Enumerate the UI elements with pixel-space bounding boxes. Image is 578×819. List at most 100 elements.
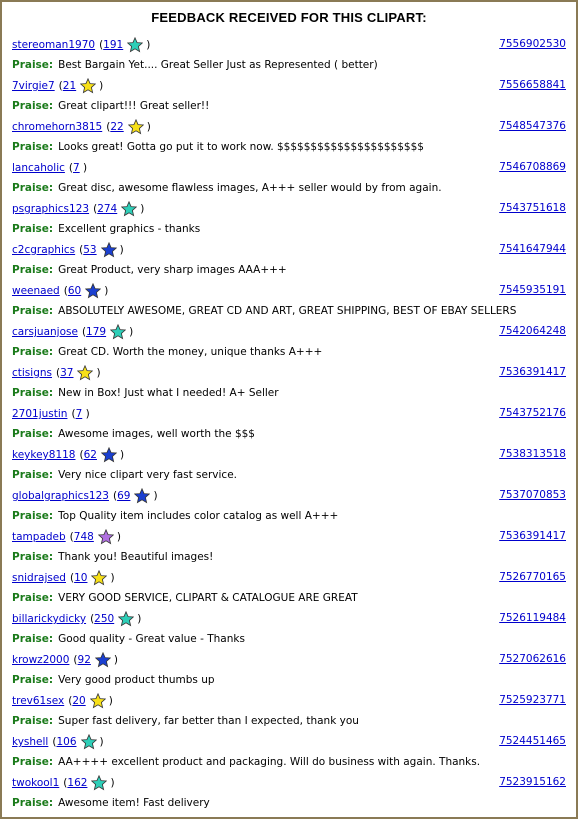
- feedback-comment: Looks great! Gotta go put it to work now…: [58, 141, 424, 153]
- item-id-link[interactable]: 7546708869: [499, 161, 566, 173]
- feedback-star-icon: [85, 283, 102, 299]
- username-link[interactable]: globalgraphics123: [12, 490, 109, 502]
- username-link[interactable]: carsjuanjose: [12, 326, 78, 338]
- feedback-score-link[interactable]: 274: [97, 203, 117, 215]
- username-link[interactable]: keykey8118: [12, 449, 75, 461]
- feedback-score-link[interactable]: 748: [74, 531, 94, 543]
- feedback-score-link[interactable]: 10: [74, 572, 87, 584]
- feedback-header: 7virgie7(21) 7556658841: [12, 76, 566, 96]
- feedback-comment: Best Bargain Yet.... Great Seller Just a…: [58, 59, 378, 71]
- feedback-header: globalgraphics123(69) 7537070853: [12, 486, 566, 506]
- feedback-header: twokool1(162) 7523915162: [12, 773, 566, 793]
- feedback-comment: New in Box! Just what I needed! A+ Selle…: [58, 387, 279, 399]
- feedback-entry: snidrajsed(10) 7526770165 Praise: VERY GOOD…: [2, 568, 576, 609]
- feedback-comment-row: Praise: Awesome item! Fast delivery: [12, 793, 566, 813]
- username-link[interactable]: weenaed: [12, 285, 60, 297]
- feedback-score-link[interactable]: 60: [68, 285, 81, 297]
- item-id-link[interactable]: 7526119484: [499, 612, 566, 624]
- feedback-comment: Thank you! Beautiful images!: [58, 551, 214, 563]
- feedback-score-link[interactable]: 20: [72, 695, 85, 707]
- feedback-comment: Super fast delivery, far better than I e…: [58, 715, 359, 727]
- item-id-link[interactable]: 7524451465: [499, 735, 566, 747]
- feedback-score-link[interactable]: 37: [60, 367, 73, 379]
- username-link[interactable]: c2cgraphics: [12, 244, 75, 256]
- username-link[interactable]: kyshell: [12, 736, 48, 748]
- item-id-link[interactable]: 7545935191: [499, 284, 566, 296]
- feedback-score-link[interactable]: 179: [86, 326, 106, 338]
- page-title: FEEDBACK RECEIVED FOR THIS CLIPART:: [151, 10, 427, 25]
- feedback-score-link[interactable]: 92: [78, 654, 91, 666]
- praise-label: Praise:: [12, 428, 54, 440]
- feedback-comment-row: Praise: Great clipart!!! Great seller!!: [12, 96, 566, 116]
- feedback-star-icon: [77, 365, 94, 381]
- item-id-link[interactable]: 7541647944: [499, 243, 566, 255]
- feedback-entry: keykey8118(62) 7538313518 Praise: Very nice…: [2, 445, 576, 486]
- username-link[interactable]: lancaholic: [12, 162, 65, 174]
- item-id-link[interactable]: 7543752176: [499, 407, 566, 419]
- feedback-score-link[interactable]: 62: [84, 449, 97, 461]
- feedback-header: billarickydicky(250) 7526119484: [12, 609, 566, 629]
- item-id-link[interactable]: 7525923771: [499, 694, 566, 706]
- feedback-comment: Great disc, awesome flawless images, A++…: [58, 182, 442, 194]
- score-close-paren: ): [110, 777, 115, 789]
- item-id-link[interactable]: 7527062616: [499, 653, 566, 665]
- item-id-link[interactable]: 7523915162: [499, 776, 566, 788]
- item-id-link[interactable]: 7536391417: [499, 366, 566, 378]
- item-id-link[interactable]: 7543751618: [499, 202, 566, 214]
- username-link[interactable]: twokool1: [12, 777, 59, 789]
- praise-label: Praise:: [12, 469, 54, 481]
- feedback-score-link[interactable]: 106: [56, 736, 76, 748]
- username-link[interactable]: krowz2000: [12, 654, 69, 666]
- praise-label: Praise:: [12, 387, 54, 399]
- score-close-paren: ): [119, 244, 124, 256]
- username-link[interactable]: ctisigns: [12, 367, 52, 379]
- username-link[interactable]: psgraphics123: [12, 203, 89, 215]
- feedback-entry: trev61sex(20) 7525923771 Praise: Super fast…: [2, 691, 576, 732]
- feedback-comment-row: Praise: Super fast delivery, far better t…: [12, 711, 566, 731]
- score-close-paren: ): [99, 80, 104, 92]
- feedback-score-link[interactable]: 191: [103, 39, 123, 51]
- feedback-star-icon: [91, 570, 108, 586]
- username-link[interactable]: tampadeb: [12, 531, 66, 543]
- item-id-link[interactable]: 7542064248: [499, 325, 566, 337]
- username-link[interactable]: chromehorn3815: [12, 121, 102, 133]
- feedback-score-link[interactable]: 7: [73, 162, 80, 174]
- score-close-paren: ): [113, 654, 119, 666]
- feedback-comment-row: Praise: Great CD. Worth the money, unique…: [12, 342, 566, 362]
- feedback-score-link[interactable]: 22: [110, 121, 123, 133]
- feedback-list: stereoman1970(191) 7556902530 Praise: Best …: [2, 35, 576, 814]
- feedback-star-icon: [110, 324, 127, 340]
- feedback-score-link[interactable]: 250: [94, 613, 114, 625]
- username-link[interactable]: trev61sex: [12, 695, 64, 707]
- username-link[interactable]: 2701justin: [12, 408, 67, 420]
- feedback-score-link[interactable]: 53: [83, 244, 96, 256]
- praise-label: Praise:: [12, 305, 54, 317]
- feedback-score-link[interactable]: 162: [67, 777, 87, 789]
- feedback-header: tampadeb(748) 7536391417: [12, 527, 566, 547]
- item-id-link[interactable]: 7526770165: [499, 571, 566, 583]
- feedback-entry: krowz2000(92) 7527062616 Praise: Very good …: [2, 650, 576, 691]
- username-link[interactable]: snidrajsed: [12, 572, 66, 584]
- feedback-comment-row: Praise: VERY GOOD SERVICE, CLIPART & CATA…: [12, 588, 566, 608]
- item-id-link[interactable]: 7538313518: [499, 448, 566, 460]
- username-link[interactable]: billarickydicky: [12, 613, 86, 625]
- item-id-link[interactable]: 7548547376: [499, 120, 566, 132]
- feedback-entry: psgraphics123(274) 7543751618 Praise: Excel…: [2, 199, 576, 240]
- username-link[interactable]: 7virgie7: [12, 80, 55, 92]
- score-close-paren: ): [146, 121, 151, 133]
- item-id-link[interactable]: 7536391417: [499, 530, 566, 542]
- feedback-header: snidrajsed(10) 7526770165: [12, 568, 566, 588]
- score-close-paren: ): [119, 449, 125, 461]
- score-close-paren: ): [108, 695, 113, 707]
- username-link[interactable]: stereoman1970: [12, 39, 95, 51]
- praise-label: Praise:: [12, 510, 54, 522]
- feedback-score-link[interactable]: 21: [63, 80, 76, 92]
- feedback-header: psgraphics123(274) 7543751618: [12, 199, 566, 219]
- feedback-score-link[interactable]: 7: [76, 408, 83, 420]
- feedback-comment: Very nice clipart very fast service.: [58, 469, 238, 481]
- item-id-link[interactable]: 7537070853: [499, 489, 566, 501]
- item-id-link[interactable]: 7556902530: [499, 38, 566, 50]
- item-id-link[interactable]: 7556658841: [499, 79, 566, 91]
- feedback-header: stereoman1970(191) 7556902530: [12, 35, 566, 55]
- feedback-score-link[interactable]: 69: [117, 490, 130, 502]
